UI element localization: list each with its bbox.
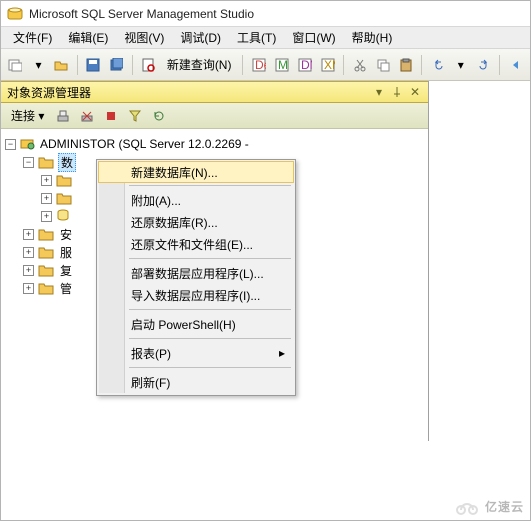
pin-icon[interactable] [390, 85, 404, 99]
save-all-button[interactable] [106, 54, 127, 76]
dropdown-button[interactable]: ▾ [372, 85, 386, 99]
tree-server-node[interactable]: − ADMINISTOR (SQL Server 12.0.2269 - [5, 135, 424, 153]
menu-view[interactable]: 视图(V) [116, 27, 172, 48]
script-xmla-button[interactable]: XM [317, 54, 338, 76]
menu-help[interactable]: 帮助(H) [344, 27, 401, 48]
object-explorer-titlebar: 对象资源管理器 ▾ ✕ [1, 81, 428, 103]
script-mdx-button[interactable]: MD [271, 54, 292, 76]
window-title: Microsoft SQL Server Management Studio [29, 7, 254, 21]
open-button[interactable] [51, 54, 72, 76]
new-query-icon[interactable] [138, 54, 159, 76]
server-icon [20, 136, 36, 153]
menu-tools[interactable]: 工具(T) [229, 27, 284, 48]
object-explorer-title: 对象资源管理器 [7, 84, 91, 101]
object-explorer-toolbar: 连接 ▾ [1, 103, 428, 129]
database-icon [56, 208, 72, 225]
ctx-new-database[interactable]: 新建数据库(N)... [98, 161, 294, 183]
folder-icon [38, 281, 54, 295]
disconnect-button[interactable] [76, 105, 98, 127]
context-menu: 新建数据库(N)... 附加(A)... 还原数据库(R)... 还原文件和文件… [96, 159, 296, 396]
window-titlebar: Microsoft SQL Server Management Studio [1, 1, 530, 27]
ctx-reports[interactable]: 报表(P)▸ [99, 342, 293, 364]
chevron-down-icon[interactable]: ▾ [28, 54, 49, 76]
save-button[interactable] [83, 54, 104, 76]
script-de-button[interactable]: De [248, 54, 269, 76]
main-toolbar: ▾ 新建查询(N) De MD DM XM ▾ [1, 49, 530, 81]
svg-text:DM: DM [301, 58, 312, 72]
folder-icon [38, 155, 54, 169]
expand-icon[interactable]: + [41, 193, 52, 204]
ctx-restore-db[interactable]: 还原数据库(R)... [99, 211, 293, 233]
filter-button[interactable] [124, 105, 146, 127]
ctx-refresh[interactable]: 刷新(F) [99, 371, 293, 393]
cut-button[interactable] [349, 54, 370, 76]
submenu-arrow-icon: ▸ [279, 346, 285, 360]
tree-node-label: 安 [60, 226, 72, 243]
watermark-text: 亿速云 [485, 498, 524, 515]
script-dmx-button[interactable]: DM [294, 54, 315, 76]
close-icon[interactable]: ✕ [408, 85, 422, 99]
folder-icon [56, 173, 72, 187]
svg-text:MD: MD [278, 58, 289, 72]
tree-server-label: ADMINISTOR (SQL Server 12.0.2269 - [40, 137, 249, 151]
new-project-button[interactable] [5, 54, 26, 76]
chevron-down-icon[interactable]: ▾ [450, 54, 471, 76]
ctx-import-data-tier[interactable]: 导入数据层应用程序(I)... [99, 284, 293, 306]
collapse-icon[interactable]: − [23, 157, 34, 168]
collapse-icon[interactable]: − [5, 139, 16, 150]
watermark: 亿速云 [453, 496, 524, 516]
menu-edit[interactable]: 编辑(E) [60, 27, 116, 48]
expand-icon[interactable]: + [23, 265, 34, 276]
folder-icon [38, 227, 54, 241]
app-icon [7, 6, 23, 22]
tree-node-label: 管 [60, 280, 72, 297]
menu-file[interactable]: 文件(F) [5, 27, 60, 48]
expand-icon[interactable]: + [23, 247, 34, 258]
undo-button[interactable] [427, 54, 448, 76]
folder-icon [38, 245, 54, 259]
ctx-restore-files[interactable]: 还原文件和文件组(E)... [99, 233, 293, 255]
connect-button[interactable]: 连接 ▾ [5, 105, 50, 126]
ctx-deploy-data-tier[interactable]: 部署数据层应用程序(L)... [99, 262, 293, 284]
expand-icon[interactable]: + [41, 211, 52, 222]
menu-window[interactable]: 窗口(W) [284, 27, 343, 48]
expand-icon[interactable]: + [41, 175, 52, 186]
tree-node-label: 复 [60, 262, 72, 279]
menu-debug[interactable]: 调试(D) [172, 27, 229, 48]
folder-icon [56, 191, 72, 205]
menubar: 文件(F) 编辑(E) 视图(V) 调试(D) 工具(T) 窗口(W) 帮助(H… [1, 27, 530, 49]
refresh-button[interactable] [148, 105, 170, 127]
redo-button[interactable] [473, 54, 494, 76]
copy-button[interactable] [372, 54, 393, 76]
expand-icon[interactable]: + [23, 283, 34, 294]
new-query-button[interactable]: 新建查询(N) [161, 54, 238, 76]
svg-text:De: De [255, 58, 266, 72]
ctx-attach[interactable]: 附加(A)... [99, 189, 293, 211]
stop-button[interactable] [100, 105, 122, 127]
nav-back-button[interactable] [505, 54, 526, 76]
ctx-start-powershell[interactable]: 启动 PowerShell(H) [99, 313, 293, 335]
expand-icon[interactable]: + [23, 229, 34, 240]
folder-icon [38, 263, 54, 277]
tree-databases-label: 数 [58, 153, 76, 172]
svg-text:XM: XM [324, 58, 335, 72]
connect-server-button[interactable] [52, 105, 74, 127]
paste-button[interactable] [395, 54, 416, 76]
tree-node-label: 服 [60, 244, 72, 261]
